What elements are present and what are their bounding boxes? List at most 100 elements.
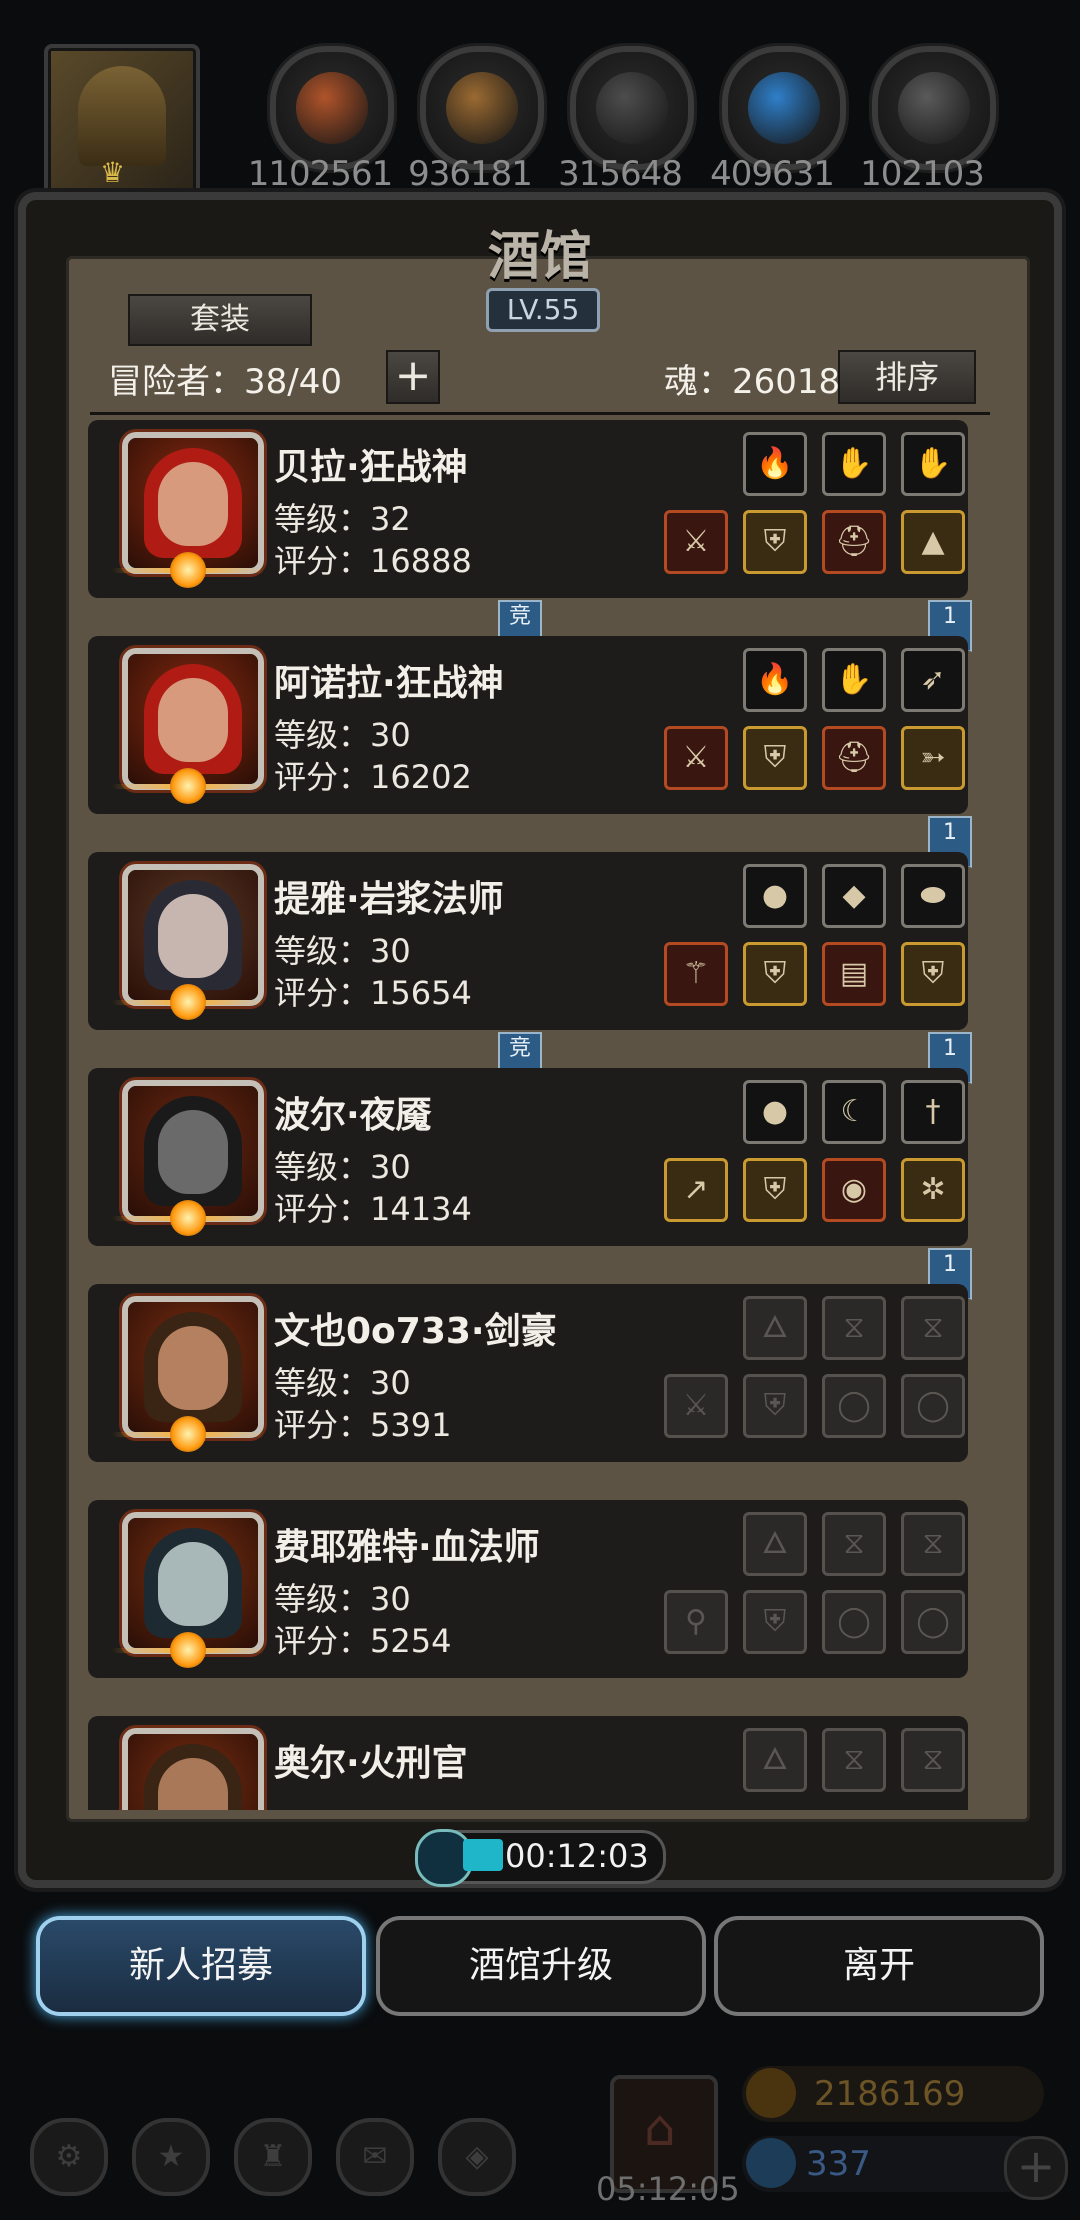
recruit-button[interactable]: 新人招募 [40, 1920, 362, 2012]
sort-button[interactable]: 排序 [838, 350, 976, 404]
resource-1[interactable] [420, 46, 544, 170]
hero-card[interactable]: 文也0o733·剑豪 等级：30 评分：5391 🜂 ⧖ ⧖ ⚔ ⛨ ◯ ◯ [88, 1284, 968, 1462]
hero-portrait[interactable] [122, 1728, 264, 1810]
castle-nav-button[interactable]: ♜ [234, 2118, 312, 2196]
equipment-slot[interactable]: ✋ [901, 432, 965, 496]
equipment-slot[interactable]: ⬬ [901, 864, 965, 928]
equipment-slot[interactable]: ✋ [822, 648, 886, 712]
equipment-slot[interactable]: ⛨ [743, 1374, 807, 1438]
tavern-level-badge: LV.55 [486, 288, 600, 332]
resource-value: 1102561 [247, 154, 393, 194]
equipment-slot[interactable]: 🜂 [743, 1728, 807, 1792]
equipment-slot[interactable]: ⧖ [901, 1512, 965, 1576]
hero-card[interactable]: 提雅·岩浆法师 等级：30 评分：15654 ● ◆ ⬬ ⚚ ⛨ ▤ ⛨ [88, 852, 968, 1030]
upgrade-tavern-button[interactable]: 酒馆升级 [380, 1920, 702, 2012]
hero-face [158, 894, 228, 978]
equipment-slot[interactable]: ➳ [901, 726, 965, 790]
hero-card[interactable]: 贝拉·狂战神 等级：32 评分：16888 🔥 ✋ ✋ ⚔ ⛨ ⛑ ▲ [88, 420, 968, 598]
equipment-slot[interactable]: ◆ [822, 864, 886, 928]
gift-timer: 05:12:05 [596, 2170, 740, 2208]
amulet-icon: ◉ [840, 1172, 868, 1207]
equipment-slot[interactable]: ⧖ [822, 1512, 886, 1576]
equipment-slot[interactable]: ⛨ [743, 726, 807, 790]
equipment-slot[interactable]: ⧖ [822, 1728, 886, 1792]
equipment-slot[interactable]: ◯ [901, 1590, 965, 1654]
equipment-slot[interactable]: ◯ [901, 1374, 965, 1438]
stone-icon: ⬬ [920, 878, 946, 913]
add-currency-button[interactable]: + [1004, 2136, 1068, 2200]
mail-nav-button[interactable]: ✉ [336, 2118, 414, 2196]
resource-0[interactable] [270, 46, 394, 170]
equipment-slot[interactable]: ⚔ [664, 510, 728, 574]
trophy-icon: ♛ [100, 156, 126, 189]
equipment-slot[interactable]: ⛨ [743, 1590, 807, 1654]
equipment-slot[interactable]: ● [743, 1080, 807, 1144]
equipment-slot[interactable]: ⧖ [822, 1296, 886, 1360]
equipment-slot[interactable]: ⚔ [664, 1374, 728, 1438]
equipment-slot[interactable]: ⛨ [743, 942, 807, 1006]
rank-medal-icon [112, 982, 264, 1022]
equipment-slot[interactable]: 🔥 [743, 432, 807, 496]
equipment-slot[interactable]: ◯ [822, 1590, 886, 1654]
hero-card[interactable]: 奥尔·火刑官 🜂 ⧖ ⧖ [88, 1716, 968, 1810]
hero-face [158, 1542, 228, 1626]
hero-list[interactable]: 贝拉·狂战神 等级：32 评分：16888 🔥 ✋ ✋ ⚔ ⛨ ⛑ ▲ 竞 1 阿诺拉·狂战神 等级：30… [0, 420, 1080, 1810]
resource-4[interactable] [872, 46, 996, 170]
equipment-slot[interactable]: ☾ [822, 1080, 886, 1144]
empty-ring-icon: ◯ [916, 1604, 950, 1639]
player-avatar[interactable]: ♛ [44, 44, 200, 200]
equipment-slot[interactable]: ⛑ [822, 510, 886, 574]
hero-face [158, 678, 228, 762]
hero-card[interactable]: 波尔·夜魇 等级：30 评分：14134 ● ☾ † ↗ ⛨ ◉ ✲ [88, 1068, 968, 1246]
resource-3[interactable] [722, 46, 846, 170]
equipment-slot[interactable]: † [901, 1080, 965, 1144]
hero-card[interactable]: 费耶雅特·血法师 等级：30 评分：5254 🜂 ⧖ ⧖ ⚲ ⛨ ◯ ◯ [88, 1500, 968, 1678]
equipment-slot[interactable]: ⧖ [901, 1728, 965, 1792]
resource-2[interactable] [570, 46, 694, 170]
helm-icon: ⛑ [834, 740, 874, 775]
equipment-slot[interactable]: ⛑ [822, 726, 886, 790]
equipment-slot[interactable]: ⧖ [901, 1296, 965, 1360]
equipment-slot[interactable]: ⛨ [743, 510, 807, 574]
empty-x-icon: ⧖ [843, 1310, 865, 1345]
bag-icon: ◈ [465, 2139, 489, 2174]
empty-sword-icon: ⚔ [682, 1388, 710, 1423]
equipment-slot[interactable]: 🜂 [743, 1512, 807, 1576]
orb-icon: ● [761, 878, 789, 913]
equipment-slot[interactable]: ⚔ [664, 726, 728, 790]
star-icon: ★ [157, 2139, 185, 2174]
equipment-slot[interactable]: ● [743, 864, 807, 928]
equipment-slot[interactable]: ➶ [901, 648, 965, 712]
gift-icon: ⌂ [644, 2099, 676, 2157]
settings-nav-button[interactable]: ⚙ [30, 2118, 108, 2196]
set-button[interactable]: 套装 [128, 294, 312, 346]
mail-icon: ✉ [362, 2139, 388, 2174]
equipment-slot[interactable]: ▲ [901, 510, 965, 574]
hero-name: 费耶雅特·血法师 [274, 1527, 540, 1568]
hero-card[interactable]: 阿诺拉·狂战神 等级：30 评分：16202 🔥 ✋ ➶ ⚔ ⛨ ⛑ ➳ [88, 636, 968, 814]
robe-icon: ⛨ [763, 956, 787, 991]
leave-button[interactable]: 离开 [718, 1920, 1040, 2012]
equipment-slot[interactable]: ↗ [664, 1158, 728, 1222]
rank-medal-icon [112, 1414, 264, 1454]
resource-value: 102103 [860, 154, 985, 194]
axe-icon: ⚔ [682, 740, 710, 775]
gauntlet-icon: ✋ [835, 662, 873, 697]
equipment-slot[interactable]: 🜂 [743, 1296, 807, 1360]
armor-icon: ⛨ [763, 740, 787, 775]
equipment-slot[interactable]: ⚲ [664, 1590, 728, 1654]
hero-level: 等级：32 [274, 500, 411, 538]
equipment-slot[interactable]: ⛨ [901, 942, 965, 1006]
equipment-slot[interactable]: ⚚ [664, 942, 728, 1006]
equipment-slot[interactable]: ◯ [822, 1374, 886, 1438]
hero-face [158, 462, 228, 546]
add-adventurer-button[interactable]: + [386, 350, 440, 404]
equipment-slot[interactable]: 🔥 [743, 648, 807, 712]
equipment-slot[interactable]: ⛨ [743, 1158, 807, 1222]
equipment-slot[interactable]: ▤ [822, 942, 886, 1006]
star-nav-button[interactable]: ★ [132, 2118, 210, 2196]
equipment-slot[interactable]: ✋ [822, 432, 886, 496]
equipment-slot[interactable]: ◉ [822, 1158, 886, 1222]
equipment-slot[interactable]: ✲ [901, 1158, 965, 1222]
bag-nav-button[interactable]: ◈ [438, 2118, 516, 2196]
